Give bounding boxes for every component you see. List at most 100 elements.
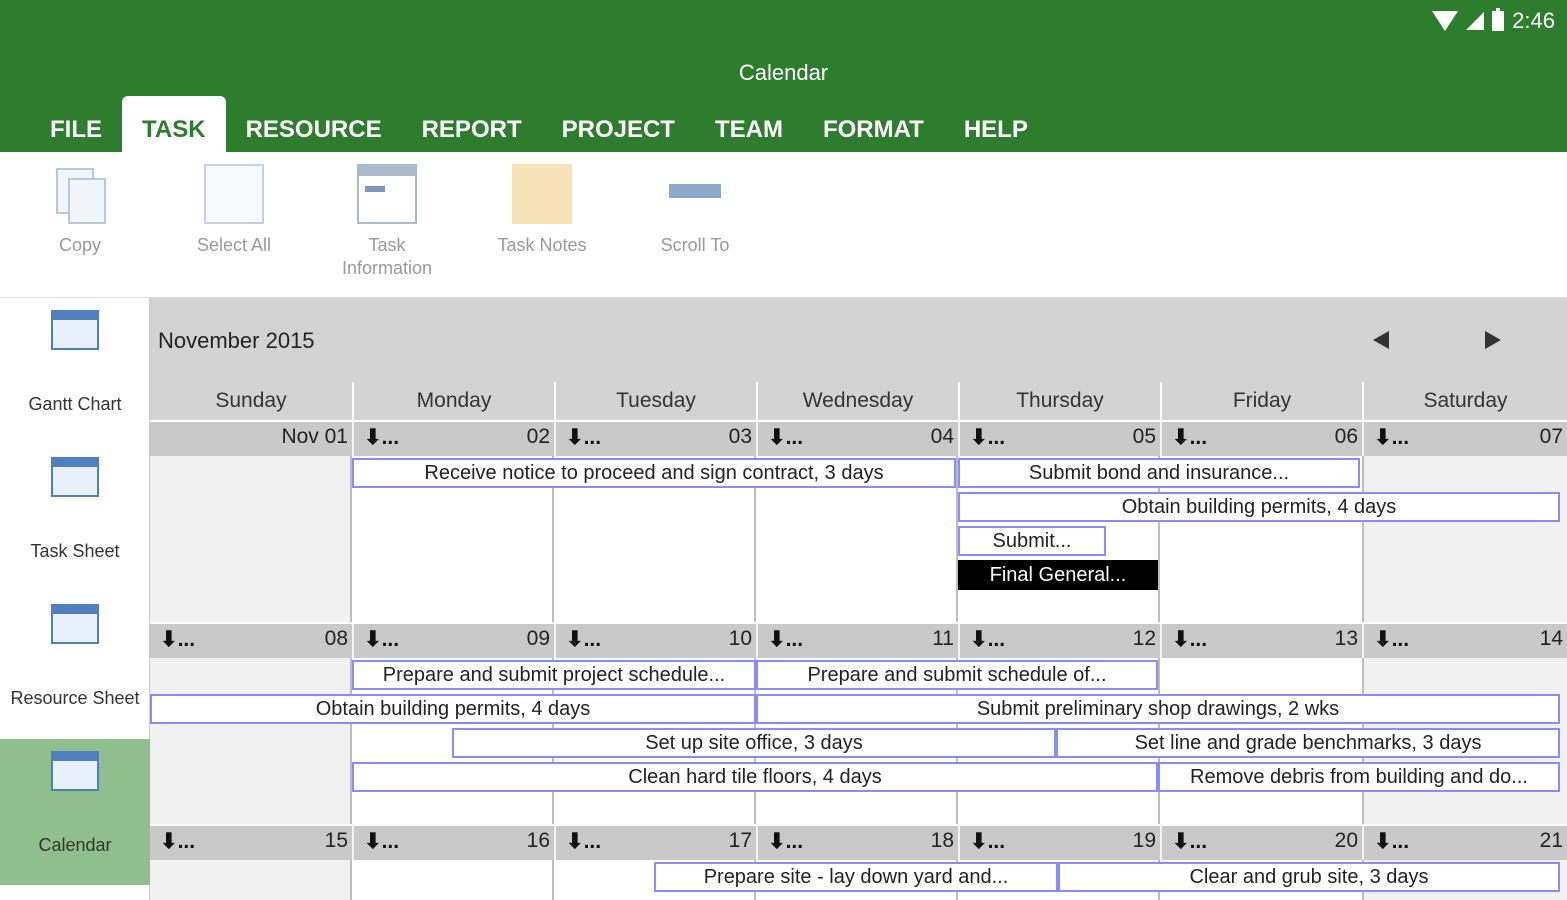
week-3-header: ⬇... 15 ⬇... 16 ⬇... 17 ⬇... 18 ⬇... 19 … xyxy=(150,826,1567,860)
more-tasks-icon[interactable]: ⬇... xyxy=(1172,627,1207,652)
task-notes-button[interactable]: Task Notes xyxy=(472,160,612,257)
more-tasks-icon[interactable]: ⬇... xyxy=(1374,829,1409,854)
day-cell-header[interactable]: ⬇... 20 xyxy=(1160,826,1362,860)
day-cell-header[interactable]: ⬇... 14 xyxy=(1362,624,1567,658)
day-cell-header[interactable]: ⬇... 18 xyxy=(756,826,958,860)
more-tasks-icon[interactable]: ⬇... xyxy=(970,829,1005,854)
previous-month-button[interactable] xyxy=(1366,326,1396,354)
task-bar[interactable]: Obtain building permits, 4 days xyxy=(150,694,756,724)
task-bar[interactable]: Prepare site - lay down yard and... xyxy=(654,862,1058,892)
day-number: 04 xyxy=(930,425,954,448)
month-title: November 2015 xyxy=(158,328,315,353)
more-tasks-icon[interactable]: ⬇... xyxy=(1172,425,1207,450)
select-all-button[interactable]: Select All xyxy=(164,160,304,257)
weekend-shade xyxy=(150,456,350,622)
sidebar-item-task-sheet[interactable]: Task Sheet xyxy=(0,445,150,591)
day-number: 19 xyxy=(1132,829,1156,852)
more-tasks-icon[interactable]: ⬇... xyxy=(160,829,195,854)
next-month-button[interactable] xyxy=(1478,326,1508,354)
day-number: 12 xyxy=(1132,627,1156,650)
day-number: 13 xyxy=(1334,627,1358,650)
task-bar[interactable]: Submit... xyxy=(958,526,1106,556)
day-divider xyxy=(350,860,352,900)
day-number: 02 xyxy=(526,425,550,448)
more-tasks-icon[interactable]: ⬇... xyxy=(768,627,803,652)
calendar-header: November 2015 xyxy=(150,298,1567,382)
tab-report[interactable]: REPORT xyxy=(402,96,542,152)
more-tasks-icon[interactable]: ⬇... xyxy=(364,627,399,652)
calendar-view: November 2015 Sunday Monday Tuesday Wedn… xyxy=(150,298,1567,900)
more-tasks-icon[interactable]: ⬇... xyxy=(970,627,1005,652)
weekday-header: Sunday Monday Tuesday Wednesday Thursday… xyxy=(150,382,1567,420)
day-number: 14 xyxy=(1539,627,1563,650)
day-number: 20 xyxy=(1334,829,1358,852)
task-bar[interactable]: Receive notice to proceed and sign contr… xyxy=(352,458,956,488)
day-cell-header[interactable]: ⬇... 07 xyxy=(1362,422,1567,456)
tab-help[interactable]: HELP xyxy=(944,96,1048,152)
task-information-button[interactable]: Task Information xyxy=(317,160,457,280)
task-bar[interactable]: Remove debris from building and do... xyxy=(1158,762,1560,792)
sidebar-item-resource-sheet[interactable]: Resource Sheet xyxy=(0,592,150,738)
tab-file[interactable]: FILE xyxy=(30,96,122,152)
day-cell-header[interactable]: ⬇... 04 xyxy=(756,422,958,456)
more-tasks-icon[interactable]: ⬇... xyxy=(160,627,195,652)
day-cell-header[interactable]: ⬇... 13 xyxy=(1160,624,1362,658)
task-bar[interactable]: Prepare and submit schedule of... xyxy=(756,660,1158,690)
tab-project[interactable]: PROJECT xyxy=(542,96,695,152)
wifi-icon xyxy=(1432,11,1459,31)
more-tasks-icon[interactable]: ⬇... xyxy=(768,829,803,854)
task-bar[interactable]: Clear and grub site, 3 days xyxy=(1058,862,1560,892)
more-tasks-icon[interactable]: ⬇... xyxy=(1374,425,1409,450)
day-cell-header[interactable]: ⬇... 15 xyxy=(150,826,352,860)
more-tasks-icon[interactable]: ⬇... xyxy=(970,425,1005,450)
day-cell-header[interactable]: ⬇... 19 xyxy=(958,826,1160,860)
day-cell-header[interactable]: ⬇... 12 xyxy=(958,624,1160,658)
tab-task[interactable]: TASK xyxy=(122,96,226,152)
sidebar-item-label: Calendar xyxy=(38,835,112,855)
more-tasks-icon[interactable]: ⬇... xyxy=(566,829,601,854)
more-tasks-icon[interactable]: ⬇... xyxy=(566,627,601,652)
day-cell-header[interactable]: Nov 01 xyxy=(150,422,352,456)
more-tasks-icon[interactable]: ⬇... xyxy=(566,425,601,450)
tab-team[interactable]: TEAM xyxy=(695,96,803,152)
task-bar[interactable]: Submit preliminary shop drawings, 2 wks xyxy=(756,694,1560,724)
sidebar-item-gantt-chart[interactable]: Gantt Chart xyxy=(0,298,150,444)
more-tasks-icon[interactable]: ⬇... xyxy=(1172,829,1207,854)
day-divider xyxy=(1362,456,1364,622)
day-cell-header[interactable]: ⬇... 02 xyxy=(352,422,554,456)
week-2-header: ⬇... 08 ⬇... 09 ⬇... 10 ⬇... 11 ⬇... 12 … xyxy=(150,624,1567,658)
more-tasks-icon[interactable]: ⬇... xyxy=(364,829,399,854)
day-cell-header[interactable]: ⬇... 09 xyxy=(352,624,554,658)
day-cell-header[interactable]: ⬇... 16 xyxy=(352,826,554,860)
task-bar[interactable]: Obtain building permits, 4 days xyxy=(958,492,1560,522)
day-cell-header[interactable]: ⬇... 06 xyxy=(1160,422,1362,456)
task-bar[interactable]: Set up site office, 3 days xyxy=(452,728,1056,758)
day-cell-header[interactable]: ⬇... 05 xyxy=(958,422,1160,456)
task-bar[interactable]: Clean hard tile floors, 4 days xyxy=(352,762,1158,792)
day-cell-header[interactable]: ⬇... 11 xyxy=(756,624,958,658)
task-bar[interactable]: Submit bond and insurance... xyxy=(958,458,1360,488)
day-cell-header[interactable]: ⬇... 21 xyxy=(1362,826,1567,860)
sidebar-item-calendar[interactable]: Calendar xyxy=(0,739,150,885)
tab-format[interactable]: FORMAT xyxy=(803,96,944,152)
more-tasks-icon[interactable]: ⬇... xyxy=(364,425,399,450)
resource-sheet-icon xyxy=(51,604,99,644)
scroll-to-button[interactable]: Scroll To xyxy=(625,160,765,257)
more-tasks-icon[interactable]: ⬇... xyxy=(768,425,803,450)
more-tasks-icon[interactable]: ⬇... xyxy=(1374,627,1409,652)
week-1-header: Nov 01 ⬇... 02 ⬇... 03 ⬇... 04 ⬇... 05 ⬇… xyxy=(150,422,1567,456)
copy-button[interactable]: Copy xyxy=(10,160,150,257)
task-bar[interactable]: Set line and grade benchmarks, 3 days xyxy=(1056,728,1560,758)
task-information-label-2: Information xyxy=(341,258,433,278)
day-number: 08 xyxy=(324,627,348,650)
tab-resource[interactable]: RESOURCE xyxy=(226,96,402,152)
day-cell-header[interactable]: ⬇... 17 xyxy=(554,826,756,860)
day-number: 17 xyxy=(728,829,752,852)
day-cell-header[interactable]: ⬇... 08 xyxy=(150,624,352,658)
day-number: 05 xyxy=(1132,425,1156,448)
day-cell-header[interactable]: ⬇... 10 xyxy=(554,624,756,658)
task-bar[interactable]: Prepare and submit project schedule... xyxy=(352,660,756,690)
day-cell-header[interactable]: ⬇... 03 xyxy=(554,422,756,456)
select-all-label: Select All xyxy=(196,235,272,255)
task-bar-selected[interactable]: Final General... xyxy=(958,560,1158,590)
